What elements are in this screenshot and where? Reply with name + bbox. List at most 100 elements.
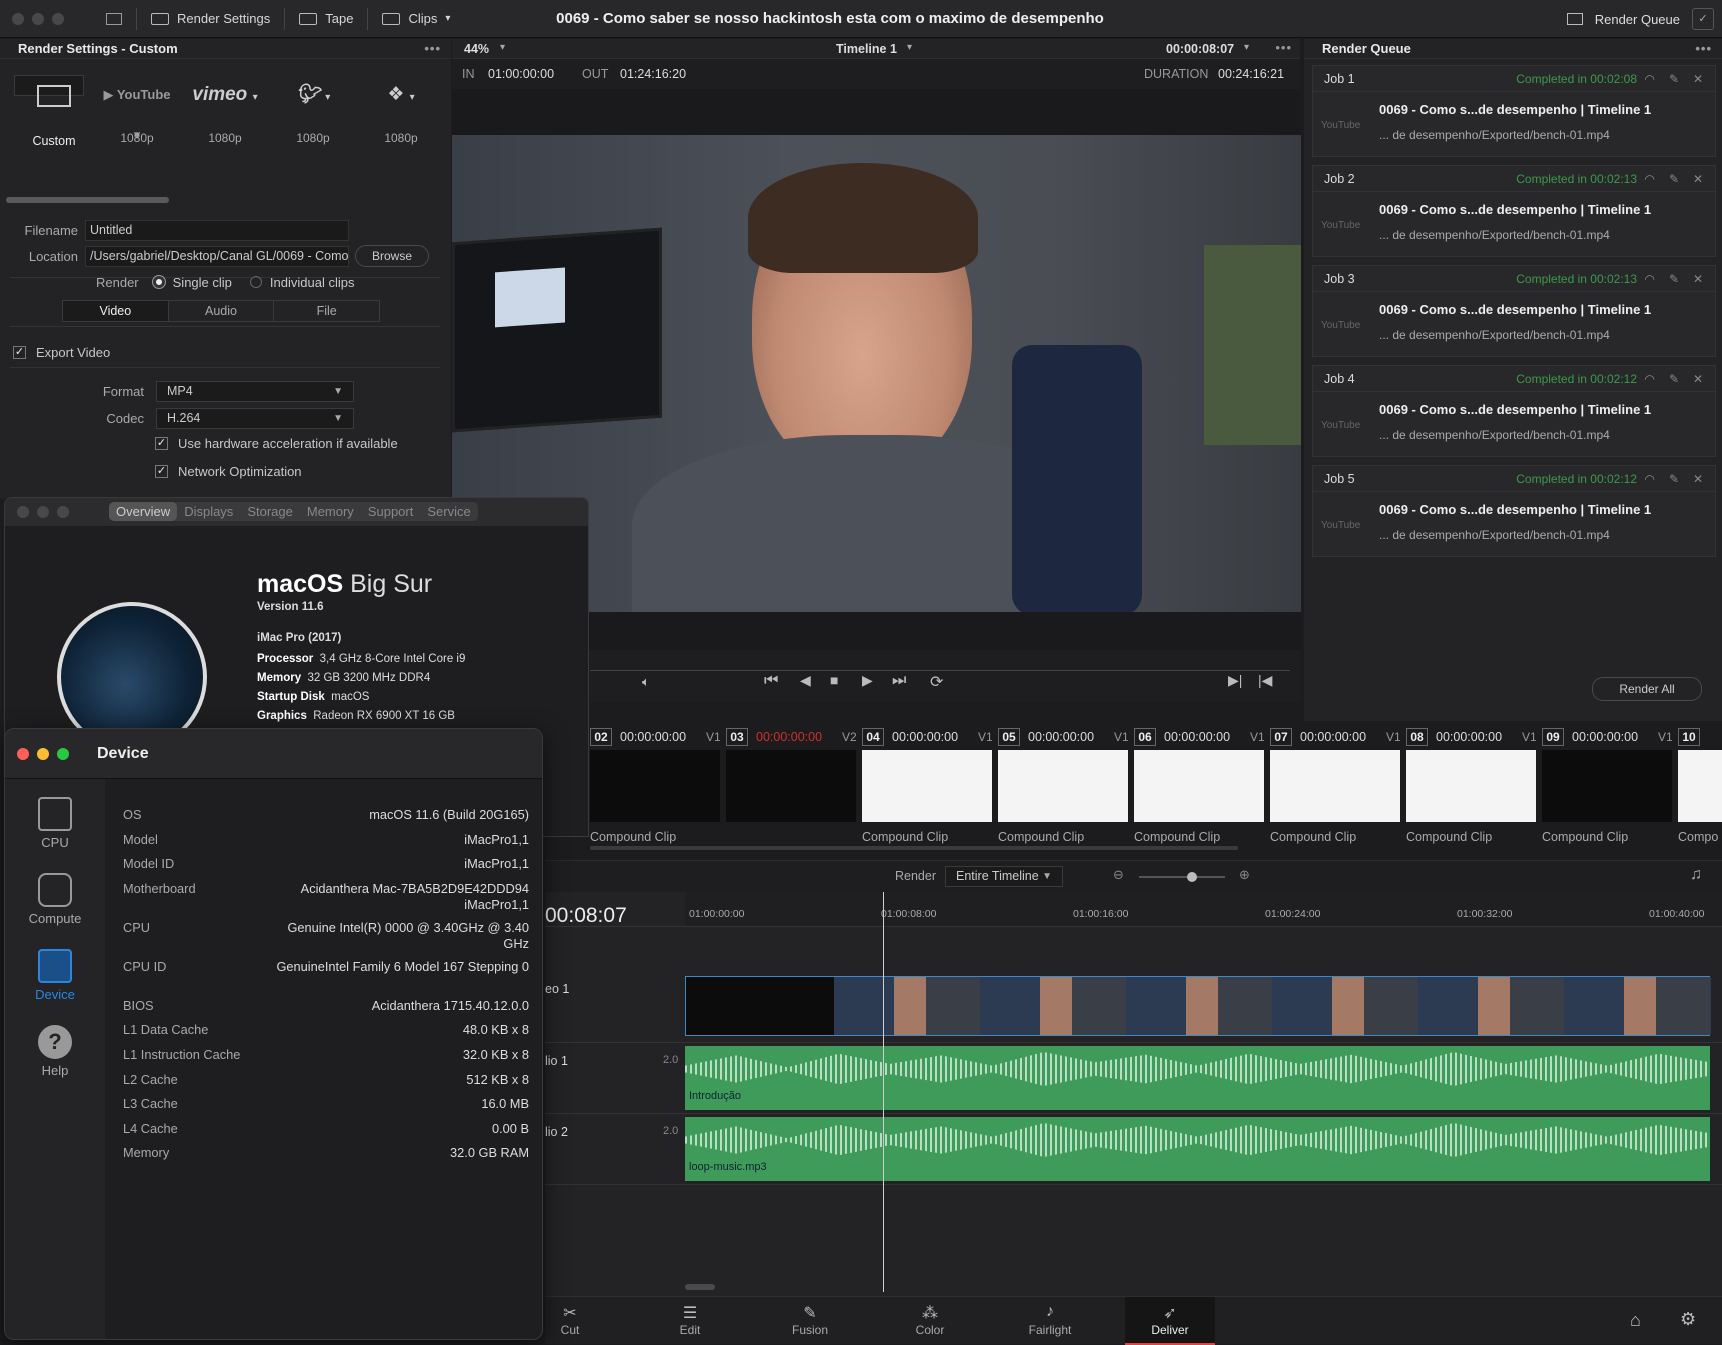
tab-service[interactable]: Service — [420, 502, 477, 521]
reverse-icon[interactable]: ◀ — [800, 672, 811, 689]
page-color[interactable]: ⁂ Color — [885, 1303, 975, 1337]
sidebar-item-device[interactable]: Device — [5, 949, 105, 1002]
clip-item[interactable]: 08 00:00:00:00 V1 Compound Clip — [1406, 728, 1537, 848]
tab-support[interactable]: Support — [361, 502, 421, 521]
clip-thumbnail[interactable] — [1270, 750, 1400, 822]
prev-clip-icon[interactable]: |◀ — [1258, 672, 1272, 689]
edit-icon[interactable]: ✎ — [1669, 266, 1679, 292]
location-field[interactable]: /Users/gabriel/Desktop/Canal GL/0069 - C… — [85, 245, 349, 267]
clip-item[interactable]: 05 00:00:00:00 V1 Compound Clip — [998, 728, 1129, 848]
more-icon[interactable]: ••• — [1275, 40, 1292, 55]
edit-icon[interactable]: ✎ — [1669, 366, 1679, 392]
clip-item[interactable]: 06 00:00:00:00 V1 Compound Clip — [1134, 728, 1265, 848]
clip-item[interactable]: 03 00:00:00:00 V2 — [726, 728, 857, 848]
clip-strip-scrollbar[interactable] — [590, 846, 1238, 850]
tape-button[interactable]: Tape — [285, 0, 367, 38]
clip-item[interactable]: 07 00:00:00:00 V1 Compound Clip — [1270, 728, 1401, 848]
loop-icon[interactable]: ⟳ — [930, 672, 943, 692]
sidebar-item-compute[interactable]: Compute — [5, 873, 105, 926]
zoom-in-icon[interactable]: ⊕ — [1239, 867, 1250, 883]
tab-storage[interactable]: Storage — [240, 502, 300, 521]
page-edit[interactable]: ☰ Edit — [645, 1303, 735, 1337]
preset-vimeo[interactable]: vimeo ▾ 1080p — [190, 75, 260, 169]
media-pool-button[interactable] — [92, 0, 136, 38]
clip-thumbnail[interactable] — [862, 750, 992, 822]
close-icon[interactable]: ✕ — [1693, 466, 1703, 492]
preset-twitter[interactable]: 🐦︎ ▾ 1080p — [278, 75, 348, 169]
chevron-down-icon[interactable]: ▾ — [500, 42, 505, 53]
network-opt-checkbox[interactable]: ✓ — [155, 465, 168, 478]
format-select[interactable]: MP4 ▼ — [156, 381, 354, 402]
preset-youtube[interactable]: ▶ YouTube ▾ 1080p — [102, 75, 172, 169]
single-clip-radio[interactable] — [152, 276, 165, 288]
export-video-checkbox[interactable]: ✓ — [13, 346, 26, 359]
close-icon[interactable]: ✕ — [1693, 66, 1703, 92]
hw-accel-checkbox[interactable]: ✓ — [155, 437, 168, 450]
check-icon[interactable]: ✓ — [1692, 8, 1714, 30]
clip-thumbnail[interactable] — [726, 750, 856, 822]
page-fusion[interactable]: ✎ Fusion — [765, 1303, 855, 1337]
playhead[interactable] — [883, 892, 884, 1292]
tab-memory[interactable]: Memory — [300, 502, 361, 521]
tab-file[interactable]: File — [274, 301, 379, 321]
edit-icon[interactable]: ✎ — [1669, 66, 1679, 92]
clip-thumbnail[interactable] — [1678, 750, 1722, 822]
timeline-ruler[interactable]: 01:00:00:00 01:00:08:00 01:00:16:00 01:00:2… — [685, 892, 1722, 926]
zoom-slider-knob[interactable] — [1187, 872, 1197, 882]
jump-end-icon[interactable]: ⏭ — [892, 672, 906, 690]
jump-start-icon[interactable]: ⏮ — [764, 672, 778, 690]
timeline-scrollbar[interactable] — [685, 1284, 715, 1290]
home-icon[interactable]: ⌂ — [1630, 1310, 1641, 1331]
codec-select[interactable]: H.264 ▼ — [156, 408, 354, 429]
sidebar-item-cpu[interactable]: CPU — [5, 797, 105, 850]
tab-overview[interactable]: Overview — [109, 502, 178, 521]
audio-clip-music[interactable]: loop-music.mp3 — [685, 1117, 1710, 1181]
clip-item[interactable]: 04 00:00:00:00 V1 Compound Clip — [862, 728, 993, 848]
tab-audio[interactable]: Audio — [169, 301, 275, 321]
preset-scrollbar[interactable] — [6, 197, 169, 203]
render-job[interactable]: Job 1 Completed in 00:02:08 ◠ ✎ ✕ 0069 - Como… — [1312, 65, 1716, 157]
clip-thumbnail[interactable] — [998, 750, 1128, 822]
render-job[interactable]: Job 3 Completed in 00:02:13 ◠ ✎ ✕ 0069 - Como… — [1312, 265, 1716, 357]
preset-custom[interactable]: Custom — [14, 75, 84, 148]
render-job[interactable]: Job 5 Completed in 00:02:12 ◠ ✎ ✕ 0069 - Como… — [1312, 465, 1716, 557]
zoom-dot[interactable] — [52, 12, 64, 25]
tab-video[interactable]: Video — [63, 301, 169, 321]
zoom-out-icon[interactable]: ⊖ — [1113, 867, 1124, 883]
video-track-clip[interactable] — [685, 976, 1711, 1036]
clips-button[interactable]: Clips ▾ — [368, 0, 464, 38]
browse-button[interactable]: Browse — [355, 245, 429, 267]
more-icon[interactable]: ••• — [424, 39, 441, 59]
edit-icon[interactable]: ✎ — [1669, 466, 1679, 492]
close-dot[interactable] — [12, 12, 24, 25]
next-clip-icon[interactable]: ▶| — [1228, 672, 1242, 689]
render-queue-button[interactable]: Render Queue — [1566, 0, 1680, 38]
clip-thumbnail[interactable] — [1406, 750, 1536, 822]
chevron-down-icon[interactable]: ▾ — [1244, 42, 1249, 53]
stop-icon[interactable]: ■ — [830, 672, 838, 688]
minimize-dot[interactable] — [37, 747, 49, 760]
render-range-select[interactable]: Entire Timeline ▼ — [945, 866, 1063, 887]
timeline[interactable]: 00:08:07 01:00:00:00 01:00:08:00 01:00:16:… — [545, 892, 1722, 1296]
zoom-dot[interactable] — [57, 506, 69, 518]
clip-thumbnail[interactable] — [1542, 750, 1672, 822]
play-icon[interactable]: ▶ — [862, 672, 873, 689]
render-settings-button[interactable]: Render Settings — [137, 0, 284, 38]
volume-icon[interactable]: 🔈︎ — [642, 674, 650, 690]
minimize-dot[interactable] — [32, 12, 44, 25]
close-icon[interactable]: ✕ — [1693, 366, 1703, 392]
close-dot[interactable] — [17, 747, 29, 760]
filename-field[interactable]: Untitled — [85, 220, 349, 241]
clip-thumbnail[interactable] — [590, 750, 720, 822]
page-deliver[interactable]: ➶ Deliver — [1125, 1297, 1215, 1345]
gear-icon[interactable]: ⚙ — [1680, 1309, 1696, 1330]
page-fairlight[interactable]: ♪ Fairlight — [1005, 1303, 1095, 1337]
close-icon[interactable]: ✕ — [1693, 166, 1703, 192]
zoom-slider[interactable] — [1139, 872, 1225, 882]
clip-thumbnail[interactable] — [1134, 750, 1264, 822]
zoom-level[interactable]: 44% — [464, 42, 489, 56]
preset-dropbox[interactable]: ❖ ▾ 1080p — [366, 75, 436, 169]
individual-clips-radio[interactable] — [249, 276, 262, 288]
more-icon[interactable]: ••• — [1695, 39, 1712, 59]
render-all-button[interactable]: Render All — [1592, 677, 1702, 701]
